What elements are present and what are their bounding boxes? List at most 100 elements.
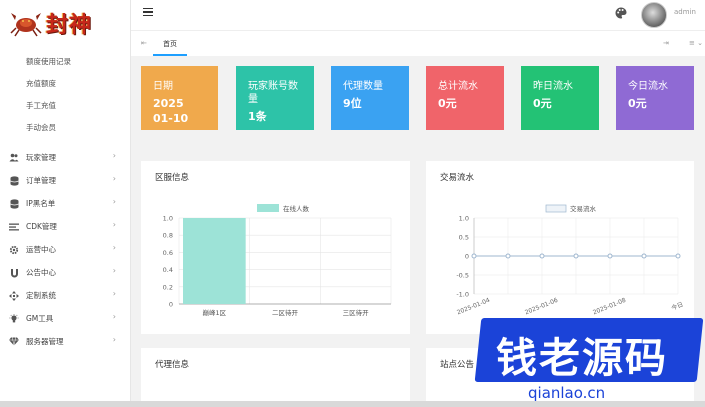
x-tick-label: 二区待开 <box>272 308 299 317</box>
panel-title: 站点公告 <box>440 360 475 370</box>
data-point <box>471 253 477 259</box>
stat-card-date: 日期 2025 01-10 <box>141 66 218 130</box>
sidebar-subitem-manual-recharge[interactable]: 手工充值 <box>0 95 130 117</box>
sidebar-item-label: 玩家管理 <box>26 153 56 162</box>
sidebar-item-cdk[interactable]: CDK管理 › <box>0 215 130 238</box>
agent-info-panel: 代理信息 <box>141 348 410 407</box>
bar <box>183 218 246 304</box>
logo[interactable]: 封神 <box>0 0 130 46</box>
y-tick-label: 0 <box>465 253 469 261</box>
data-point <box>539 253 545 259</box>
username-label[interactable]: admin <box>674 8 696 16</box>
trade-line-chart: -1.0 -0.5 0 0.5 1.0 2025-01-04 2025-01-06 2025-… <box>456 204 684 317</box>
panel-title: 代理信息 <box>155 360 190 370</box>
y-tick-label: 0 <box>169 301 173 309</box>
sidebar-item-custom-system[interactable]: 定制系统 › <box>0 284 130 307</box>
sidebar-item-servers[interactable]: 服务器管理 › <box>0 330 130 353</box>
y-tick-label: 1.0 <box>163 215 173 223</box>
bulb-icon <box>9 313 19 324</box>
chevron-right-icon: › <box>112 151 116 160</box>
chevron-right-icon: › <box>112 220 116 229</box>
x-tick-label: 2025-01-08 <box>592 297 627 317</box>
legend-swatch <box>545 204 567 213</box>
y-tick-label: 0.6 <box>163 249 173 257</box>
y-tick-label: -0.5 <box>456 272 469 280</box>
x-tick-label: 2025-01-06 <box>524 297 559 317</box>
data-point <box>675 253 681 259</box>
y-tick-label: 0.5 <box>459 234 469 242</box>
data-point <box>607 253 613 259</box>
diamond-arrows-icon <box>9 290 19 301</box>
chevron-right-icon: › <box>112 243 116 252</box>
x-tick-label: 2025-01-04 <box>456 297 491 317</box>
tab-home[interactable]: 首页 <box>153 31 187 56</box>
users-icon <box>9 153 19 163</box>
sidebar-item-label: 订单管理 <box>26 176 56 185</box>
sidebar-item-players[interactable]: 玩家管理 › <box>0 146 130 169</box>
stat-card-total-flow: 总计流水 0元 <box>426 66 504 130</box>
admin-dashboard: 封神 额度使用记录 充值额度 手工充值 手动会员 玩家管理 › 订单管理 › I… <box>0 0 705 407</box>
stat-card-value: 9位 <box>343 97 362 110</box>
sidebar-item-operations[interactable]: 运营中心 › <box>0 238 130 261</box>
y-tick-label: 0.8 <box>163 232 173 240</box>
sidebar-item-gm-tools[interactable]: GM工具 › <box>0 307 130 330</box>
stat-card-value: 1条 <box>248 110 267 123</box>
stat-card-title: 日期 <box>153 81 173 92</box>
legend-label: 交易流水 <box>570 204 597 213</box>
legend-swatch <box>257 204 279 212</box>
region-info-panel: 区服信息 0 0.2 0.4 0.6 0.8 1.0 巅峰1区 二区待开 三区待开 在线人数 <box>141 161 410 334</box>
stat-card-player-accounts: 玩家账号数量 1条 <box>236 66 314 130</box>
sidebar-subitem-manual-member[interactable]: 手动会员 <box>0 117 130 139</box>
gem-icon <box>9 337 19 347</box>
region-bar-chart: 0 0.2 0.4 0.6 0.8 1.0 巅峰1区 二区待开 三区待开 在线人数 <box>163 204 392 317</box>
stat-card-value: 0元 <box>533 97 552 110</box>
data-point <box>641 253 647 259</box>
stat-card-title: 昨日流水 <box>533 81 573 92</box>
tab-scroll-right-icon[interactable]: ⇥ <box>663 39 669 47</box>
chevron-right-icon: › <box>112 289 116 298</box>
stat-card-value: 0元 <box>438 97 457 110</box>
chevron-right-icon: › <box>112 174 116 183</box>
legend-label: 在线人数 <box>283 204 310 213</box>
watermark-url: qianlao.cn <box>528 384 606 402</box>
y-tick-label: 0.4 <box>163 266 173 274</box>
stat-card-title: 总计流水 <box>438 81 478 92</box>
stat-card-agents: 代理数量 9位 <box>331 66 409 130</box>
stat-card-value: 0元 <box>628 97 647 110</box>
tab-options-icon[interactable]: ≡ ⌄ <box>689 39 703 47</box>
hamburger-menu-icon[interactable] <box>143 8 153 16</box>
chevron-right-icon: › <box>112 335 116 344</box>
stat-card-yesterday-flow: 昨日流水 0元 <box>521 66 599 130</box>
database-icon <box>9 198 19 209</box>
watermark: 钱老源码 qianlao.cn <box>470 316 705 407</box>
sidebar-item-label: 服务器管理 <box>26 337 64 346</box>
chevron-right-icon: › <box>112 312 116 321</box>
palette-icon[interactable] <box>615 7 627 21</box>
sidebar-item-label: 定制系统 <box>26 291 56 300</box>
x-tick-label: 三区待开 <box>343 308 370 317</box>
avatar[interactable] <box>641 2 667 28</box>
y-tick-label: -1.0 <box>456 291 469 299</box>
sidebar-item-label: CDK管理 <box>26 222 57 231</box>
sidebar-item-orders[interactable]: 订单管理 › <box>0 169 130 192</box>
stat-card-title: 玩家账号数量 <box>248 81 298 105</box>
sidebar-item-label: 运营中心 <box>26 245 56 254</box>
sidebar-item-announcements[interactable]: 公告中心 › <box>0 261 130 284</box>
sidebar-subitem-recharge-quota[interactable]: 充值额度 <box>0 73 130 95</box>
stat-card-title: 今日流水 <box>628 81 668 92</box>
sidebar-subitem-quota-log[interactable]: 额度使用记录 <box>0 51 130 73</box>
y-tick-label: 0.2 <box>163 283 173 291</box>
gear-icon <box>9 245 19 255</box>
sidebar-item-label: GM工具 <box>26 314 54 323</box>
chevron-right-icon: › <box>112 266 116 275</box>
tab-scroll-left-icon[interactable]: ⇤ <box>141 39 147 47</box>
trade-flow-panel: 交易流水 -1.0 -0.5 0 0.5 1.0 2025-01-04 2025-01-06… <box>426 161 694 334</box>
data-point <box>505 253 511 259</box>
x-tick-label: 今日 <box>670 300 684 312</box>
y-tick-label: 1.0 <box>459 215 469 223</box>
list-icon <box>9 222 19 232</box>
sidebar-item-ip-blacklist[interactable]: IP黑名单 › <box>0 192 130 215</box>
bottom-scrollbar[interactable] <box>0 401 705 407</box>
crab-logo-icon <box>10 13 42 37</box>
logo-text: 封神 <box>46 12 93 38</box>
